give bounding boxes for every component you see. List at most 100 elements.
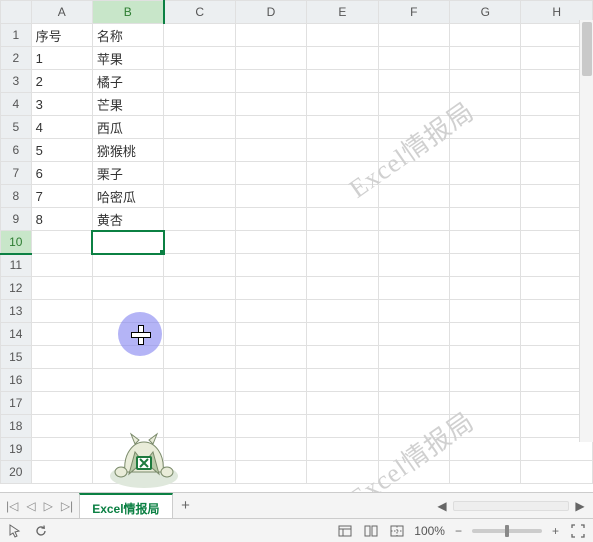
cell-C11[interactable] bbox=[164, 254, 235, 277]
reload-icon[interactable] bbox=[32, 522, 50, 540]
fullscreen-icon[interactable] bbox=[569, 522, 587, 540]
cell-F14[interactable] bbox=[378, 323, 449, 346]
select-all-corner[interactable] bbox=[1, 1, 32, 24]
cell-F18[interactable] bbox=[378, 415, 449, 438]
cell-E14[interactable] bbox=[307, 323, 378, 346]
cell-C1[interactable] bbox=[164, 24, 235, 47]
cell-B6[interactable]: 猕猴桃 bbox=[92, 139, 163, 162]
cell-E17[interactable] bbox=[307, 392, 378, 415]
hscroll-track[interactable] bbox=[453, 501, 569, 511]
cell-C15[interactable] bbox=[164, 346, 235, 369]
cell-F2[interactable] bbox=[378, 47, 449, 70]
row-header-20[interactable]: 20 bbox=[1, 461, 32, 484]
cell-A3[interactable]: 2 bbox=[31, 70, 92, 93]
cell-G3[interactable] bbox=[450, 70, 521, 93]
cell-E1[interactable] bbox=[307, 24, 378, 47]
cell-F6[interactable] bbox=[378, 139, 449, 162]
row-header-19[interactable]: 19 bbox=[1, 438, 32, 461]
cell-E8[interactable] bbox=[307, 185, 378, 208]
cell-D18[interactable] bbox=[235, 415, 306, 438]
zoom-slider[interactable] bbox=[472, 529, 542, 533]
cell-C14[interactable] bbox=[164, 323, 235, 346]
cell-D12[interactable] bbox=[235, 277, 306, 300]
cell-F16[interactable] bbox=[378, 369, 449, 392]
cell-F12[interactable] bbox=[378, 277, 449, 300]
cell-G17[interactable] bbox=[450, 392, 521, 415]
cell-C10[interactable] bbox=[164, 231, 235, 254]
cell-G14[interactable] bbox=[450, 323, 521, 346]
row-header-11[interactable]: 11 bbox=[1, 254, 32, 277]
zoom-slider-knob[interactable] bbox=[505, 525, 509, 537]
cell-E3[interactable] bbox=[307, 70, 378, 93]
cell-D8[interactable] bbox=[235, 185, 306, 208]
cell-A19[interactable] bbox=[31, 438, 92, 461]
cell-A18[interactable] bbox=[31, 415, 92, 438]
row-header-15[interactable]: 15 bbox=[1, 346, 32, 369]
cell-A10[interactable] bbox=[31, 231, 92, 254]
cell-D19[interactable] bbox=[235, 438, 306, 461]
cell-C5[interactable] bbox=[164, 116, 235, 139]
tab-first-button[interactable]: |◁ bbox=[6, 499, 18, 513]
cell-G6[interactable] bbox=[450, 139, 521, 162]
cell-G15[interactable] bbox=[450, 346, 521, 369]
row-header-6[interactable]: 6 bbox=[1, 139, 32, 162]
view-normal-icon[interactable] bbox=[336, 522, 354, 540]
column-header-F[interactable]: F bbox=[378, 1, 449, 24]
row-header-4[interactable]: 4 bbox=[1, 93, 32, 116]
scroll-left-icon[interactable]: ◀ bbox=[433, 497, 451, 515]
cell-C6[interactable] bbox=[164, 139, 235, 162]
cell-E10[interactable] bbox=[307, 231, 378, 254]
cell-D5[interactable] bbox=[235, 116, 306, 139]
cell-D3[interactable] bbox=[235, 70, 306, 93]
cell-A5[interactable]: 4 bbox=[31, 116, 92, 139]
cell-E20[interactable] bbox=[307, 461, 378, 484]
cell-E9[interactable] bbox=[307, 208, 378, 231]
cell-B19[interactable] bbox=[92, 438, 163, 461]
cell-D4[interactable] bbox=[235, 93, 306, 116]
row-header-2[interactable]: 2 bbox=[1, 47, 32, 70]
column-header-A[interactable]: A bbox=[31, 1, 92, 24]
cell-F17[interactable] bbox=[378, 392, 449, 415]
cell-E12[interactable] bbox=[307, 277, 378, 300]
row-header-9[interactable]: 9 bbox=[1, 208, 32, 231]
cell-G2[interactable] bbox=[450, 47, 521, 70]
row-header-12[interactable]: 12 bbox=[1, 277, 32, 300]
cell-D14[interactable] bbox=[235, 323, 306, 346]
horizontal-scrollbar[interactable]: ◀ ▶ bbox=[433, 493, 593, 518]
cell-F20[interactable] bbox=[378, 461, 449, 484]
cell-F3[interactable] bbox=[378, 70, 449, 93]
cell-C3[interactable] bbox=[164, 70, 235, 93]
cell-B14[interactable] bbox=[92, 323, 163, 346]
cell-C12[interactable] bbox=[164, 277, 235, 300]
cell-D11[interactable] bbox=[235, 254, 306, 277]
cell-E19[interactable] bbox=[307, 438, 378, 461]
cell-B7[interactable]: 栗子 bbox=[92, 162, 163, 185]
cell-G13[interactable] bbox=[450, 300, 521, 323]
cell-D13[interactable] bbox=[235, 300, 306, 323]
row-header-13[interactable]: 13 bbox=[1, 300, 32, 323]
cell-A13[interactable] bbox=[31, 300, 92, 323]
cell-F7[interactable] bbox=[378, 162, 449, 185]
cell-E11[interactable] bbox=[307, 254, 378, 277]
cell-D6[interactable] bbox=[235, 139, 306, 162]
column-header-C[interactable]: C bbox=[164, 1, 235, 24]
column-header-E[interactable]: E bbox=[307, 1, 378, 24]
cell-B10[interactable] bbox=[92, 231, 163, 254]
cell-G7[interactable] bbox=[450, 162, 521, 185]
column-header-B[interactable]: B bbox=[92, 1, 163, 24]
cell-grid[interactable]: ABCDEFGH1序号名称21苹果32橘子43芒果54西瓜65猕猴桃76栗子87… bbox=[0, 0, 593, 484]
cell-B2[interactable]: 苹果 bbox=[92, 47, 163, 70]
cell-F1[interactable] bbox=[378, 24, 449, 47]
cell-C4[interactable] bbox=[164, 93, 235, 116]
cell-E15[interactable] bbox=[307, 346, 378, 369]
zoom-out-button[interactable]: − bbox=[453, 524, 464, 538]
cell-E18[interactable] bbox=[307, 415, 378, 438]
column-header-D[interactable]: D bbox=[235, 1, 306, 24]
cell-C13[interactable] bbox=[164, 300, 235, 323]
cell-G9[interactable] bbox=[450, 208, 521, 231]
cell-F11[interactable] bbox=[378, 254, 449, 277]
cell-E5[interactable] bbox=[307, 116, 378, 139]
cell-B12[interactable] bbox=[92, 277, 163, 300]
cell-E13[interactable] bbox=[307, 300, 378, 323]
cell-C8[interactable] bbox=[164, 185, 235, 208]
